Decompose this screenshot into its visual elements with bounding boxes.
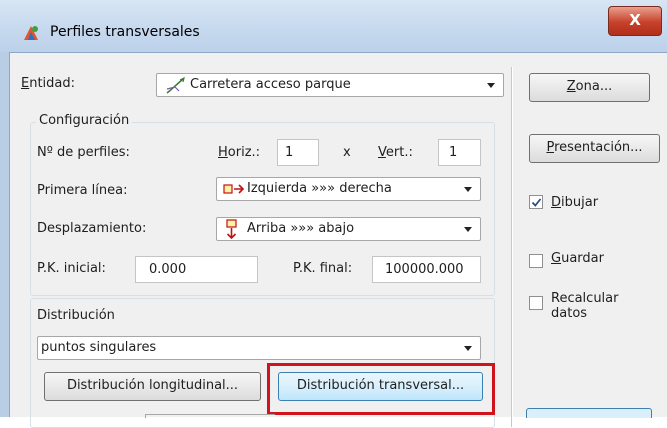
pk-final-input[interactable]: 100000.000 — [372, 256, 481, 283]
close-button[interactable]: X — [608, 6, 662, 36]
partial-control — [145, 414, 275, 418]
guardar-label[interactable]: Guardar — [551, 251, 604, 266]
road-icon — [166, 77, 185, 94]
vert-input[interactable]: 1 — [438, 139, 481, 166]
presentacion-button[interactable]: Presentación... — [529, 134, 660, 163]
chevron-down-icon — [464, 227, 472, 232]
vert-label: Vert.: — [378, 145, 413, 160]
entidad-select[interactable]: Carretera acceso parque — [156, 73, 504, 97]
horiz-label: Horiz.: — [218, 145, 261, 160]
dibujar-label[interactable]: Dibujar — [551, 195, 598, 210]
distribucion-title: Distribución — [37, 308, 115, 323]
guardar-checkbox[interactable] — [529, 254, 543, 268]
close-icon: X — [629, 11, 641, 29]
window-title: Perfiles transversales — [50, 24, 200, 40]
left-to-right-icon — [223, 184, 245, 194]
num-perfiles-label: Nº de perfiles: — [37, 145, 130, 160]
distribucion-value: puntos singulares — [41, 340, 157, 355]
desplazamiento-select[interactable]: Arriba »»» abajo — [216, 217, 481, 241]
dialog-client: Entidad: Carretera acceso parque Configu… — [9, 52, 667, 428]
x-separator: x — [343, 145, 351, 160]
recalcular-checkbox[interactable] — [529, 296, 543, 310]
entidad-value: Carretera acceso parque — [190, 77, 351, 92]
pk-inicial-label: P.K. inicial: — [37, 261, 106, 276]
primera-linea-value: Izquierda »»» derecha — [247, 181, 392, 196]
chevron-down-icon — [487, 83, 495, 88]
dialog-window: Perfiles transversales X Entidad: Carret… — [0, 0, 667, 428]
primera-linea-label: Primera línea: — [37, 183, 128, 198]
vertical-separator — [511, 67, 513, 427]
recalcular-label[interactable]: Recalcular datos — [551, 291, 618, 321]
horiz-input[interactable]: 1 — [277, 139, 319, 166]
chevron-down-icon — [464, 187, 472, 192]
entidad-label: Entidad: — [21, 76, 76, 91]
zona-button[interactable]: Zona... — [529, 73, 650, 102]
desplazamiento-value: Arriba »»» abajo — [247, 221, 355, 236]
highlight-box — [267, 363, 495, 415]
title-bar[interactable]: Perfiles transversales X — [0, 0, 667, 52]
pk-inicial-input[interactable]: 0.000 — [135, 256, 258, 283]
app-icon — [24, 26, 38, 40]
configuracion-title: Configuración — [36, 113, 133, 128]
pk-final-label: P.K. final: — [293, 261, 353, 276]
top-to-bottom-icon — [226, 219, 237, 240]
desplazamiento-label: Desplazamiento: — [37, 221, 147, 236]
primera-linea-select[interactable]: Izquierda »»» derecha — [216, 177, 481, 201]
check-icon — [531, 198, 542, 207]
distribucion-select[interactable]: puntos singulares — [37, 336, 481, 360]
distribucion-longitudinal-button[interactable]: Distribución longitudinal... — [44, 372, 261, 401]
dibujar-checkbox[interactable] — [529, 195, 543, 209]
chevron-down-icon — [464, 346, 472, 351]
